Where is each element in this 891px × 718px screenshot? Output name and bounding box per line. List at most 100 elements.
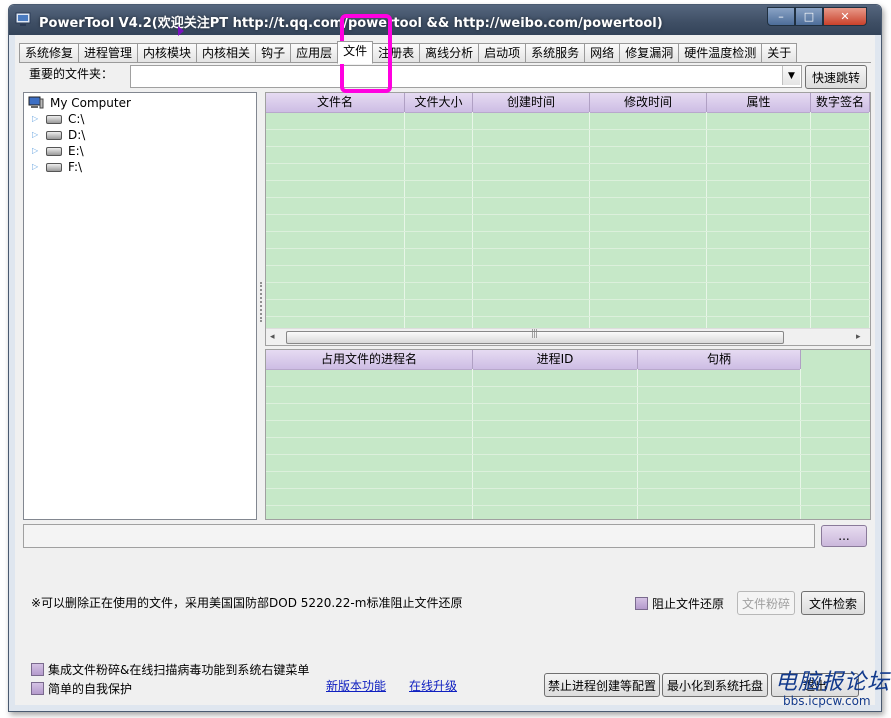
grid-row-line (266, 248, 870, 249)
expand-arrow-icon[interactable]: ▷ (32, 162, 40, 172)
drive-icon (46, 130, 62, 140)
tab-14[interactable]: 关于 (761, 43, 798, 63)
grid-row-line (266, 488, 870, 489)
drive-label: C:\ (68, 112, 85, 126)
checkbox-box[interactable] (31, 682, 44, 695)
important-folder-combo[interactable] (130, 65, 802, 88)
folder-tree[interactable]: My Computer ▷ C:\ ▷ D:\ ▷ E:\ ▷ F:\ (23, 92, 257, 520)
drive-label: D:\ (68, 128, 86, 142)
process-table-header: 占用文件的进程名 进程ID 句柄 (266, 350, 801, 370)
tree-item-drive[interactable]: ▷ E:\ (32, 143, 84, 159)
grid-row-line (266, 437, 870, 438)
tab-11[interactable]: 网络 (584, 43, 621, 63)
file-table-hscrollbar[interactable]: ◂ ||| ▸ (266, 328, 870, 345)
grid-row-line (266, 146, 870, 147)
column-header[interactable]: 数字签名 (811, 93, 870, 112)
computer-icon (28, 96, 44, 109)
drive-label: F:\ (68, 160, 83, 174)
column-header[interactable]: 文件大小 (405, 93, 473, 112)
client-area: 系统修复 进程管理 内核模块 内核相关 钩子 应用层 文件 注册表 离线分析 启动项 系统服务 网络修… (15, 35, 875, 705)
tab-0[interactable]: 系统修复 (19, 43, 80, 63)
tree-item-my-computer[interactable]: My Computer (28, 95, 131, 111)
scroll-left-icon[interactable]: ◂ (270, 332, 275, 342)
pane-splitter[interactable] (258, 92, 265, 518)
grid-column-line (800, 369, 801, 519)
grid-row-line (266, 386, 870, 387)
drive-label: E:\ (68, 144, 84, 158)
prevent-restore-checkbox[interactable]: 阻止文件还原 (635, 595, 724, 612)
expand-arrow-icon[interactable]: ▷ (32, 114, 40, 124)
new-features-link[interactable]: 新版本功能 (326, 677, 386, 694)
tree-item-label: My Computer (50, 96, 131, 110)
column-header[interactable]: 修改时间 (590, 93, 707, 112)
shred-button[interactable]: 文件粉碎 (737, 591, 795, 615)
block-process-config-button[interactable]: 禁止进程创建等配置 (544, 673, 660, 697)
combo-dropdown-arrow-icon[interactable]: ▼ (782, 66, 800, 85)
grid-column-line (869, 112, 870, 328)
app-window: PowerTool V4.2(欢迎关注PT http://t.qq.com/po… (8, 4, 882, 712)
watermark-logo-text: 电脑报论坛 (775, 670, 891, 695)
column-header[interactable]: 创建时间 (473, 93, 590, 112)
browse-button[interactable]: ... (821, 525, 867, 547)
column-header[interactable]: 句柄 (638, 350, 801, 369)
prevent-restore-label: 阻止文件还原 (652, 597, 725, 611)
process-table[interactable]: 占用文件的进程名 进程ID 句柄 (265, 349, 871, 520)
grid-column-line (706, 112, 707, 328)
grid-column-line (589, 112, 590, 328)
checkbox-box[interactable] (31, 663, 44, 676)
tab-10[interactable]: 系统服务 (525, 43, 586, 63)
grid-row-line (266, 214, 870, 215)
column-header[interactable]: 属性 (707, 93, 811, 112)
column-header[interactable]: 文件名 (266, 93, 405, 112)
minimize-button[interactable]: – (767, 7, 795, 26)
tab-13[interactable]: 硬件温度检测 (678, 43, 763, 63)
close-button[interactable]: ✕ (823, 7, 867, 26)
tab-divider (19, 62, 871, 63)
online-update-link[interactable]: 在线升级 (409, 677, 457, 694)
tab-3[interactable]: 内核相关 (196, 43, 257, 63)
expand-arrow-icon[interactable]: ▷ (32, 130, 40, 140)
tab-1[interactable]: 进程管理 (78, 43, 139, 63)
tab-6[interactable]: 文件 (337, 41, 374, 64)
column-header[interactable]: 占用文件的进程名 (266, 350, 473, 369)
quick-jump-button[interactable]: 快速跳转 (805, 65, 867, 89)
drive-icon (46, 162, 62, 172)
expand-arrow-icon[interactable]: ▷ (32, 146, 40, 156)
title-bar[interactable]: PowerTool V4.2(欢迎关注PT http://t.qq.com/po… (9, 5, 881, 35)
file-search-button[interactable]: 文件检索 (801, 591, 865, 615)
grid-column-line (472, 112, 473, 328)
grid-row-line (266, 180, 870, 181)
window-controls: – □ ✕ (767, 7, 867, 26)
tree-item-drive[interactable]: ▷ D:\ (32, 127, 85, 143)
checkbox-box[interactable] (635, 597, 648, 610)
minimize-to-tray-button[interactable]: 最小化到系统托盘 (662, 673, 768, 697)
file-table[interactable]: 文件名 文件大小 创建时间 修改时间 属性 数字签名 ◂ ||| ▸ (265, 92, 871, 346)
app-icon (15, 12, 31, 26)
column-header[interactable]: 进程ID (473, 350, 638, 369)
grid-row-line (266, 420, 870, 421)
tab-4[interactable]: 钩子 (255, 43, 292, 63)
tree-item-drive[interactable]: ▷ C:\ (32, 111, 84, 127)
grid-row-line (266, 403, 870, 404)
file-table-header: 文件名 文件大小 创建时间 修改时间 属性 数字签名 (266, 93, 870, 113)
grid-row-line (266, 231, 870, 232)
tree-item-drive[interactable]: ▷ F:\ (32, 159, 82, 175)
tab-12[interactable]: 修复漏洞 (619, 43, 680, 63)
grid-row-line (266, 299, 870, 300)
tab-9[interactable]: 启动项 (478, 43, 527, 63)
tab-5[interactable]: 应用层 (290, 43, 339, 63)
maximize-button[interactable]: □ (795, 7, 823, 26)
scroll-thumb[interactable]: ||| (286, 329, 784, 344)
scroll-right-icon[interactable]: ▸ (856, 332, 861, 342)
tab-8[interactable]: 离线分析 (419, 43, 480, 63)
grid-row-line (266, 197, 870, 198)
tab-2[interactable]: 内核模块 (137, 43, 198, 63)
grid-row-line (266, 471, 870, 472)
grid-column-line (472, 369, 473, 519)
grid-row-line (266, 505, 870, 506)
path-field[interactable] (23, 524, 815, 548)
context-menu-checkbox[interactable]: 集成文件粉碎&在线扫描病毒功能到系统右键菜单 (31, 661, 309, 678)
self-protect-checkbox[interactable]: 简单的自我保护 (31, 680, 132, 697)
self-protect-label: 简单的自我保护 (48, 682, 133, 696)
grid-row-line (266, 316, 870, 317)
